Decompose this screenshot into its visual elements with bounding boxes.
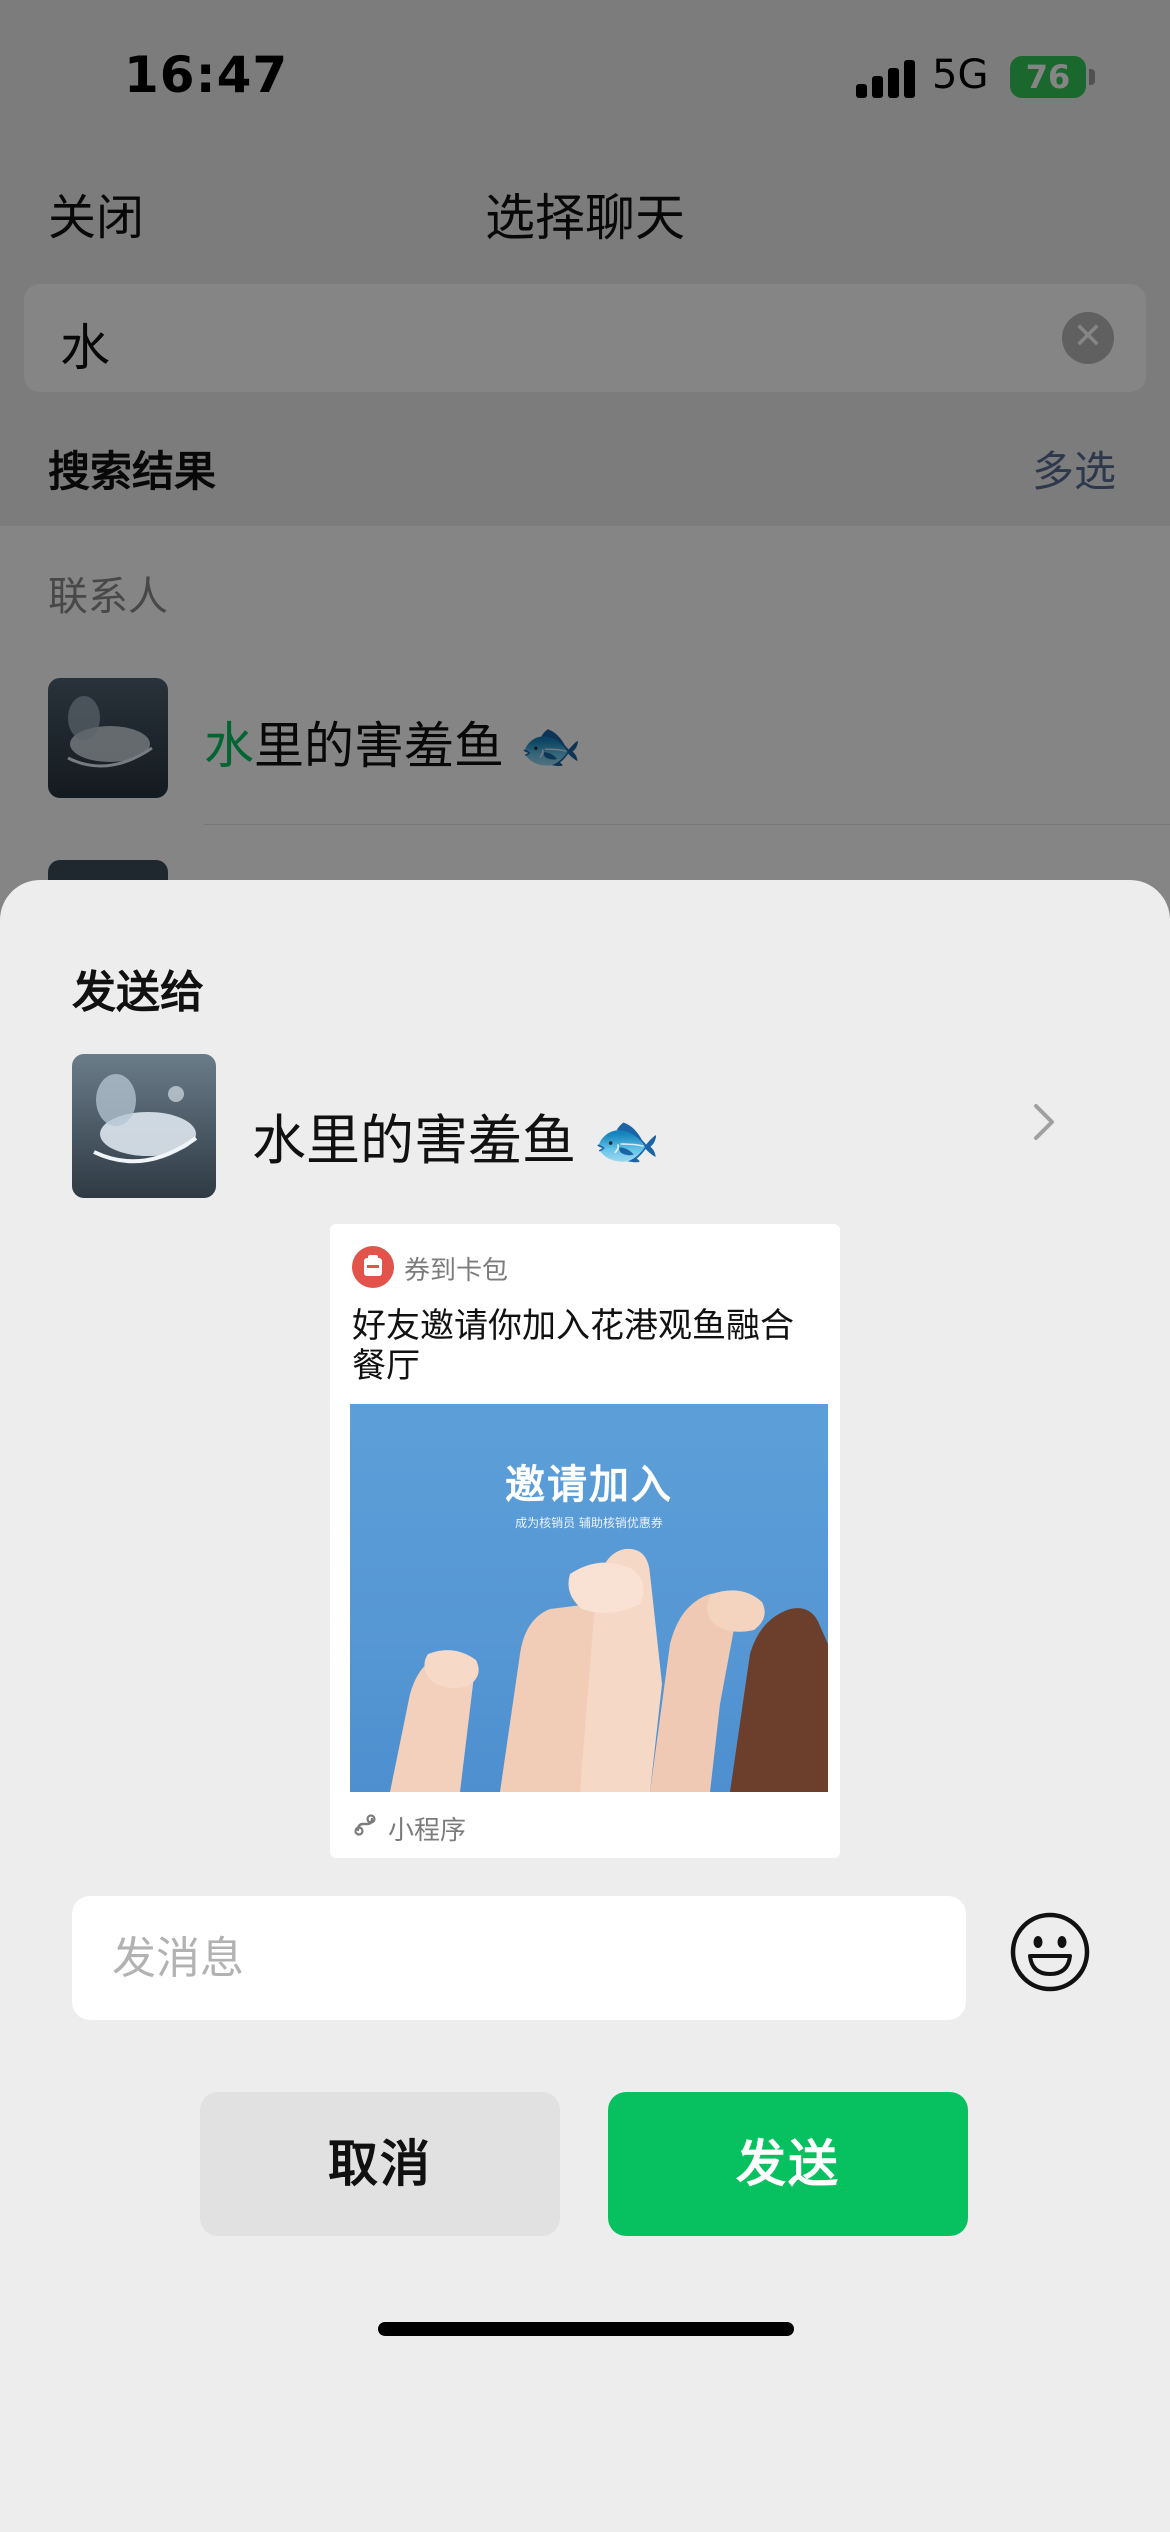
card-footer-label: 小程序 <box>388 1816 467 1846</box>
card-image: 邀请加入 成为核销员 辅助核销优惠券 <box>350 1404 828 1792</box>
home-indicator <box>378 2322 794 2336</box>
send-button[interactable]: 发送 <box>608 2092 968 2236</box>
send-to-sheet: 发送给 水里的害羞鱼 🐟 券到卡包 好友邀请你加入花港观鱼融合餐厅 邀请加入 成… <box>0 880 1170 2532</box>
emoji-icon[interactable] <box>1008 1910 1092 1994</box>
card-title: 好友邀请你加入花港观鱼融合餐厅 <box>352 1306 794 1386</box>
recipient-name: 水里的害羞鱼 🐟 <box>252 1109 661 1172</box>
cancel-button[interactable]: 取消 <box>200 2092 560 2236</box>
card-image-title: 邀请加入 <box>505 1462 673 1508</box>
sheet-heading: 发送给 <box>72 967 204 1018</box>
mini-program-icon <box>354 1814 376 1836</box>
recipient-row[interactable]: 水里的害羞鱼 🐟 <box>0 1050 1170 1200</box>
card-source-name: 券到卡包 <box>404 1256 509 1286</box>
avatar <box>72 1054 216 1198</box>
mini-program-card[interactable]: 券到卡包 好友邀请你加入花港观鱼融合餐厅 邀请加入 成为核销员 辅助核销优惠券 <box>330 1224 840 1858</box>
app-screen: 16:47 5G 76 选择聊天 关闭 水 ✕ 搜索结果 多选 联系人 水里的害… <box>0 0 1170 2532</box>
card-image-subtitle: 成为核销员 辅助核销优惠券 <box>515 1516 663 1530</box>
coupon-wallet-icon <box>352 1246 394 1288</box>
message-input[interactable] <box>72 1896 966 2020</box>
chevron-right-icon <box>1034 1104 1054 1140</box>
